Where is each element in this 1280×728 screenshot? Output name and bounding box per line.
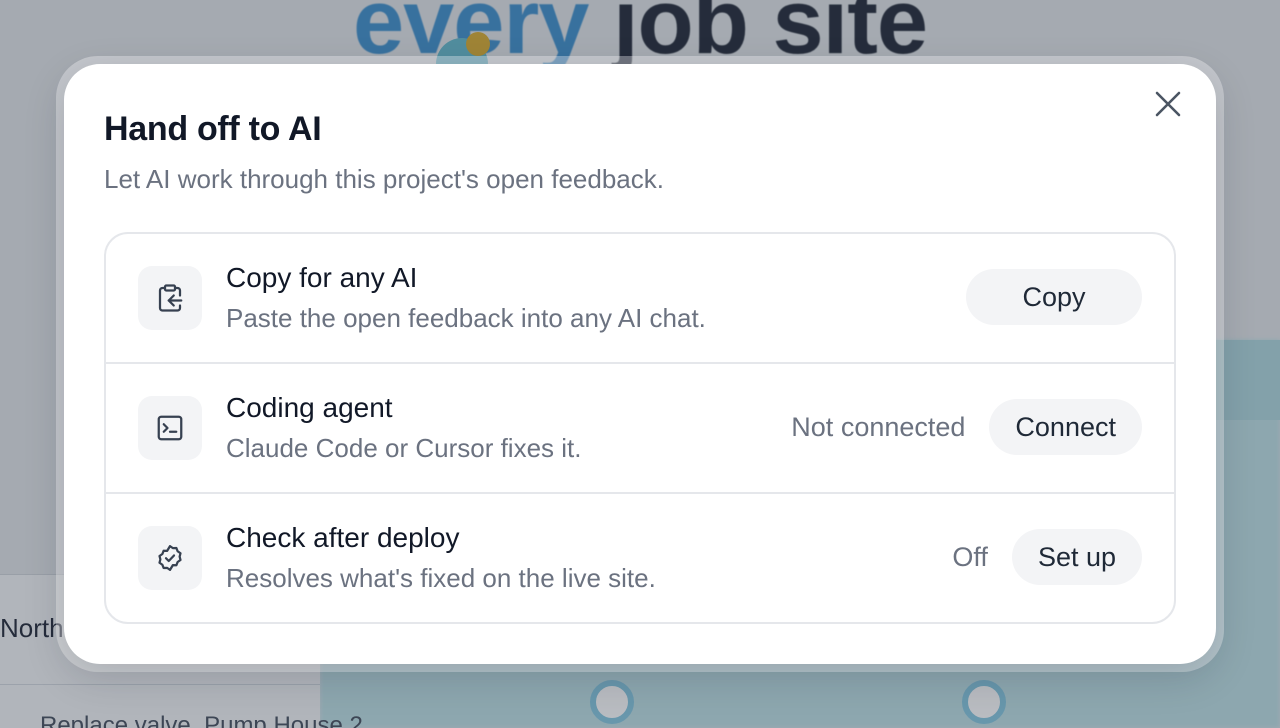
dialog-title: Hand off to AI bbox=[104, 110, 322, 148]
close-button[interactable] bbox=[1150, 86, 1186, 122]
terminal-icon bbox=[157, 415, 183, 441]
set-up-button[interactable]: Set up bbox=[1011, 529, 1142, 585]
option-coding-agent: Coding agent Claude Code or Cursor fixes… bbox=[106, 364, 1174, 494]
option-icon-tile bbox=[138, 526, 202, 590]
close-icon bbox=[1155, 91, 1181, 117]
copy-button[interactable]: Copy bbox=[966, 269, 1142, 325]
option-actions: Not connected Connect bbox=[791, 399, 1142, 455]
option-description: Claude Code or Cursor fixes it. bbox=[226, 433, 582, 463]
option-description: Paste the open feedback into any AI chat… bbox=[226, 303, 706, 333]
option-description: Resolves what's fixed on the live site. bbox=[226, 563, 656, 593]
handoff-options: Copy for any AI Paste the open feedback … bbox=[104, 232, 1176, 624]
hand-off-dialog: Hand off to AI Let AI work through this … bbox=[64, 64, 1216, 664]
option-icon-tile bbox=[138, 266, 202, 330]
deploy-check-status: Off bbox=[952, 541, 988, 572]
badge-check-icon bbox=[158, 545, 182, 571]
option-title: Coding agent bbox=[226, 392, 393, 423]
connection-status: Not connected bbox=[791, 411, 966, 442]
clipboard-arrow-icon bbox=[158, 284, 183, 312]
option-title: Check after deploy bbox=[226, 522, 460, 553]
option-actions: Off Set up bbox=[952, 529, 1142, 585]
connect-button[interactable]: Connect bbox=[989, 399, 1142, 455]
option-icon-tile bbox=[138, 396, 202, 460]
dialog-subtitle: Let AI work through this project's open … bbox=[104, 164, 664, 194]
option-copy-for-any-ai: Copy for any AI Paste the open feedback … bbox=[106, 234, 1174, 364]
option-title: Copy for any AI bbox=[226, 262, 418, 293]
option-actions: Copy bbox=[966, 269, 1142, 325]
option-check-after-deploy: Check after deploy Resolves what's fixed… bbox=[106, 494, 1174, 622]
